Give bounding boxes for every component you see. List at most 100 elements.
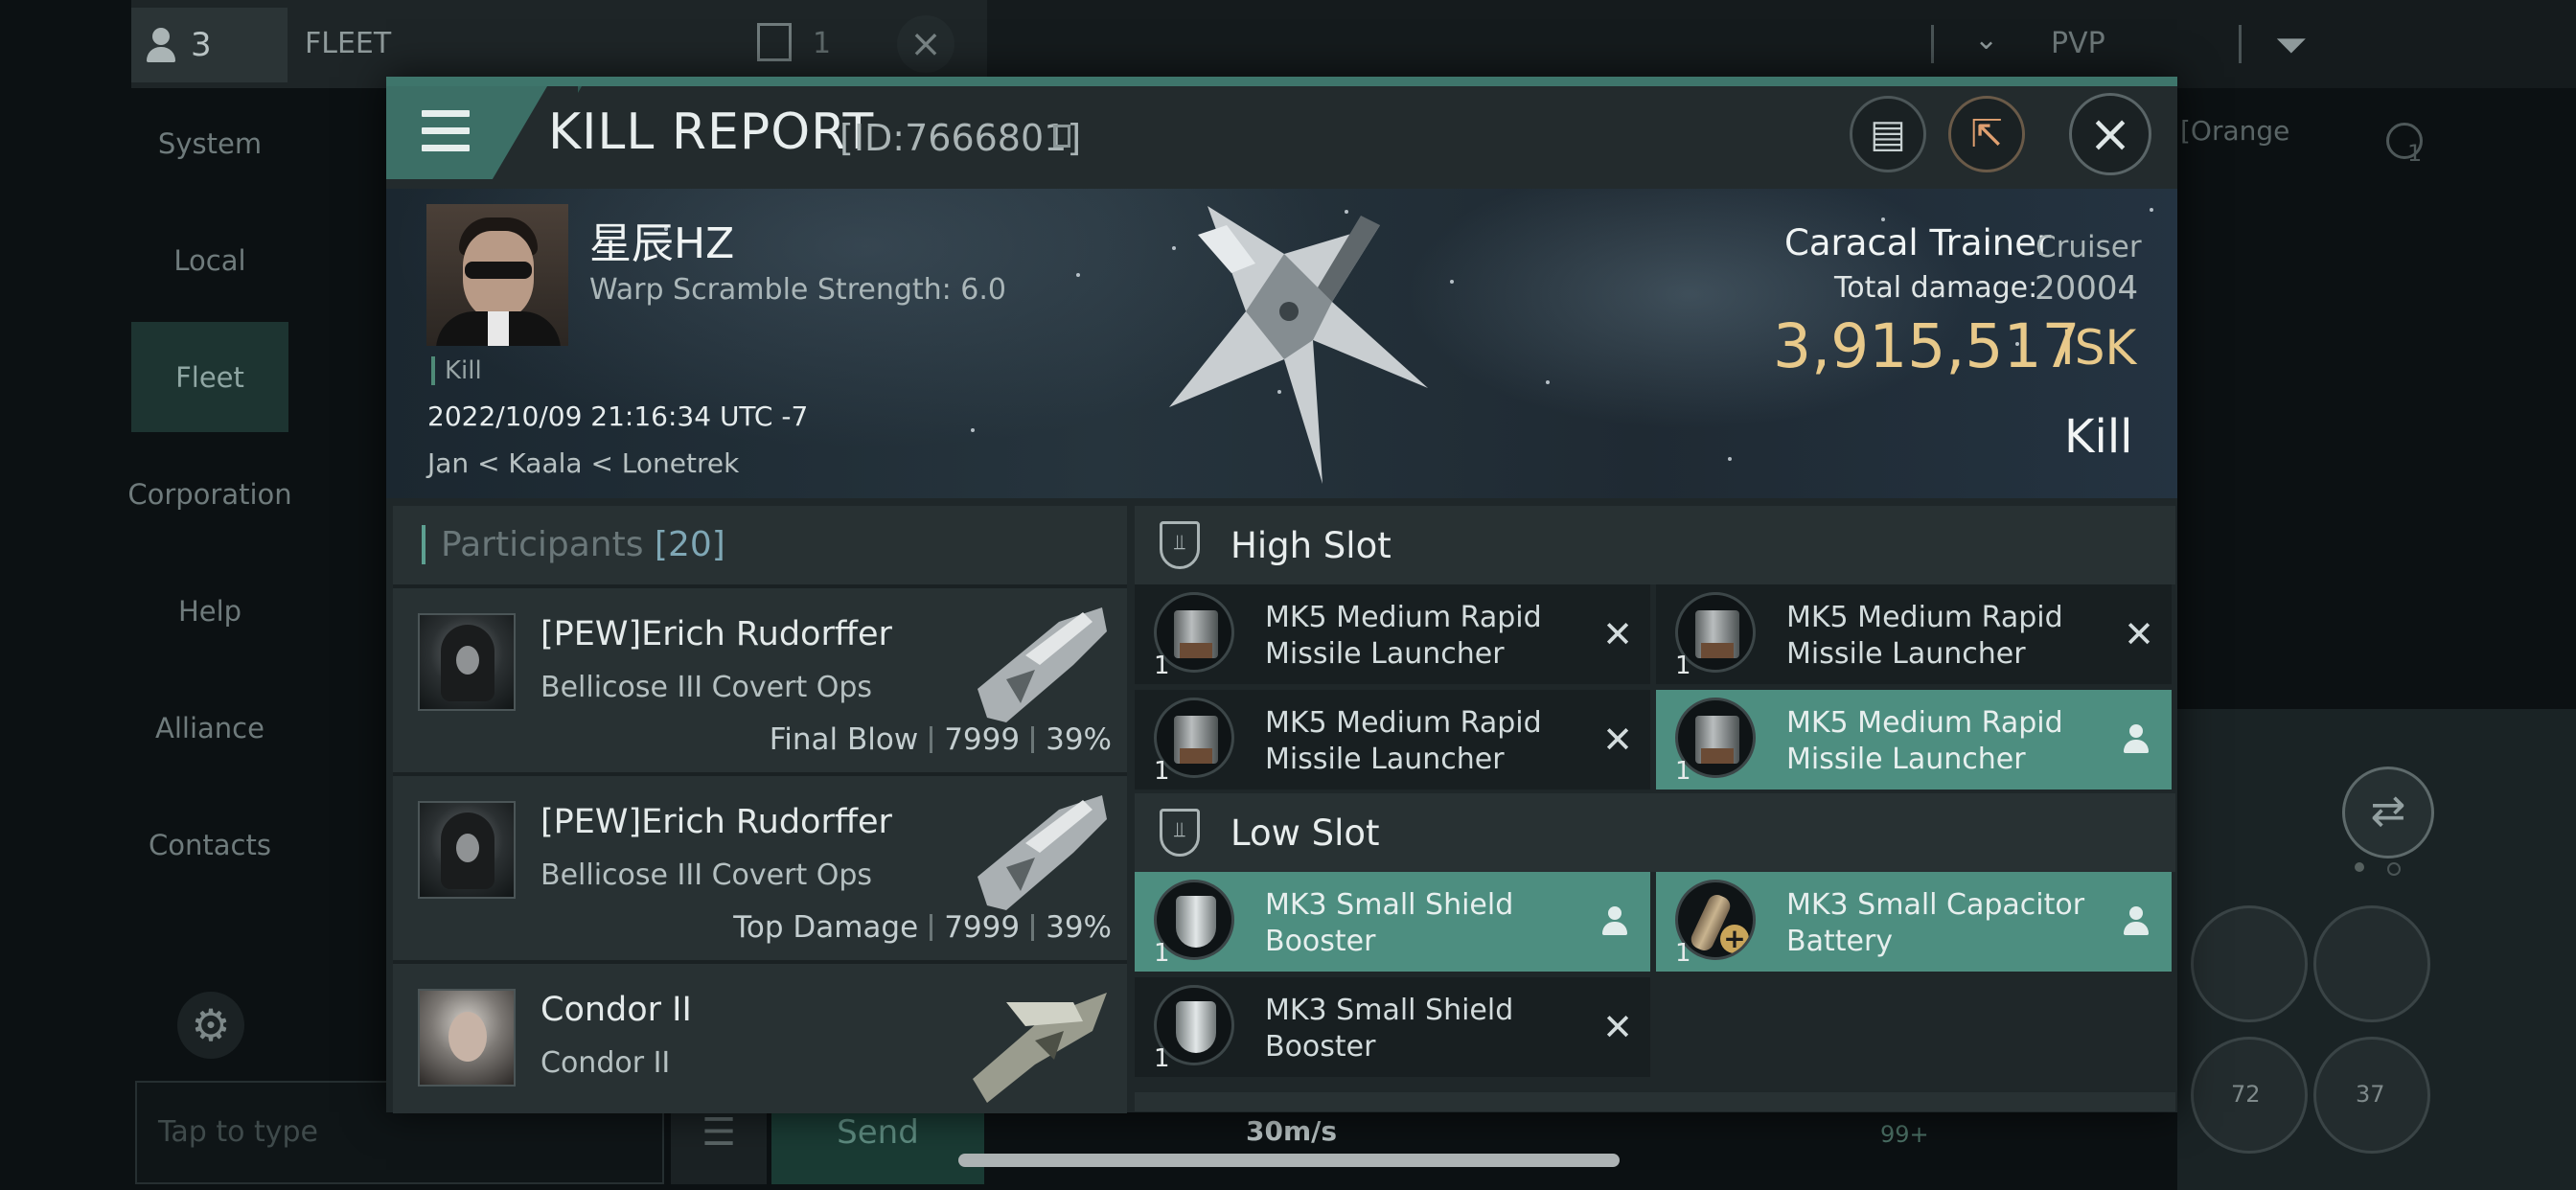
victim-ship-image[interactable] [1140, 196, 1457, 489]
victim-ship-name[interactable]: Caracal Trainer [1784, 222, 2051, 263]
window-count: 1 [813, 27, 832, 60]
destroyed-x-icon: ✕ [1602, 719, 1633, 761]
report-id: [ID:7666801] [840, 117, 1082, 159]
participants-title: Participants [20] [422, 525, 725, 564]
dropped-person-icon [2124, 724, 2149, 755]
isk-unit: ISK [2060, 320, 2137, 376]
chevron-down-icon[interactable]: ⌄ [1974, 23, 1998, 57]
hud-module-button[interactable] [2191, 905, 2308, 1022]
module-count: 72 [2231, 1081, 2261, 1108]
participant-row[interactable]: Condor II Condor II [393, 960, 1127, 1113]
copy-icon[interactable] [1053, 125, 1070, 148]
sidebar-item-contacts[interactable]: Contacts [131, 790, 288, 900]
page-title: KILL REPORT [548, 103, 875, 161]
participant-stats: Top Damage 7999 39% [733, 910, 1112, 945]
module-name: MK5 Medium Rapid Missile Launcher [1265, 601, 1542, 671]
status-badge: 99+ [1880, 1121, 1929, 1148]
module-quantity: 1 [1675, 652, 1691, 680]
module-item[interactable]: 1 MK5 Medium Rapid Missile Launcher ✕ [1135, 690, 1650, 790]
participant-ship-image [973, 993, 1107, 1103]
dropped-person-icon [1602, 906, 1627, 937]
high-slot-title: High Slot [1230, 525, 1392, 566]
window-icon[interactable] [757, 23, 792, 61]
participant-role: Final Blow [769, 722, 919, 757]
sidebar-item-corporation[interactable]: Corporation [127, 439, 291, 549]
target-count: 1 [2407, 140, 2423, 167]
channel-filter-select[interactable]: PVP [2051, 27, 2105, 60]
share-icon[interactable]: ⇱ [1948, 96, 2025, 172]
participant-avatar [418, 989, 516, 1087]
low-slot-icon: ⫫ [1160, 809, 1200, 857]
top-bar-right [987, 0, 2576, 88]
sidebar-item-help[interactable]: Help [131, 556, 288, 666]
high-slot-icon: ⫫ [1160, 521, 1200, 569]
home-indicator[interactable] [958, 1154, 1620, 1167]
swap-icon[interactable]: ⇄ [2342, 767, 2434, 858]
gear-icon[interactable]: ⚙ [177, 992, 244, 1059]
kill-type-tag: Kill [431, 356, 482, 385]
victim-name[interactable]: 星辰HZ [589, 209, 734, 270]
participants-count: [20] [654, 525, 725, 564]
participant-role: Top Damage [733, 910, 919, 945]
kill-result: Kill [2064, 410, 2133, 464]
warp-scramble-strength: Warp Scramble Strength: 6.0 [589, 273, 1007, 307]
module-item[interactable]: 1 MK5 Medium Rapid Missile Launcher ✕ [1135, 584, 1650, 684]
module-item[interactable]: 1 MK3 Small Shield Booster ✕ [1135, 977, 1650, 1077]
module-item[interactable]: 1 MK3 Small Shield Booster [1135, 872, 1650, 972]
module-name: MK5 Medium Rapid Missile Launcher [1786, 706, 2063, 776]
chat-sidebar: System Local Fleet Corporation Help Alli… [127, 88, 291, 941]
overview-tag: [Orange [2180, 115, 2290, 147]
modal-accent-line [386, 77, 2177, 86]
document-icon[interactable]: ▤ [1850, 96, 1926, 172]
speed-readout: 30m/s [1246, 1115, 1338, 1147]
victim-avatar[interactable] [426, 204, 568, 346]
member-count-button[interactable]: 3 [131, 8, 288, 82]
module-name: MK5 Medium Rapid Missile Launcher [1786, 601, 2063, 671]
module-quantity: 1 [1154, 757, 1170, 786]
divider [2239, 25, 2242, 63]
module-name: MK3 Small Shield Booster [1265, 994, 1514, 1064]
isk-value: 3,915,517 [1773, 311, 2081, 381]
participant-damage: 7999 [944, 910, 1021, 945]
divider [1931, 25, 1934, 63]
hud-module-button[interactable] [2313, 905, 2430, 1022]
participant-row[interactable]: [PEW]Erich Rudorffer Bellicose III Cover… [393, 584, 1127, 774]
filter-icon[interactable]: ⏷ [2275, 21, 2308, 69]
page-dot-active [2355, 862, 2364, 872]
sidebar-item-fleet[interactable]: Fleet [131, 322, 288, 432]
next-slot-header-partial [1135, 1092, 2175, 1111]
participant-name: [PEW]Erich Rudorffer [540, 615, 892, 653]
hamburger-menu-icon[interactable] [422, 110, 470, 152]
destroyed-x-icon: ✕ [2124, 613, 2154, 655]
participant-avatar [418, 801, 516, 899]
participant-ship-image [978, 607, 1107, 722]
module-quantity: 1 [1154, 939, 1170, 968]
low-slot-header: ⫫ Low Slot [1135, 793, 2175, 872]
participant-damage: 7999 [944, 722, 1021, 757]
chat-close-icon[interactable]: × [897, 15, 954, 73]
module-item[interactable]: + 1 MK3 Small Capacitor Battery [1656, 872, 2172, 972]
participant-stats: Final Blow 7999 39% [770, 722, 1112, 757]
participant-name: [PEW]Erich Rudorffer [540, 803, 892, 841]
module-name: MK3 Small Capacitor Battery [1786, 888, 2085, 958]
total-damage-value: 20004 [2035, 269, 2139, 308]
module-item[interactable]: 1 MK5 Medium Rapid Missile Launcher ✕ [1656, 584, 2172, 684]
participant-avatar [418, 613, 516, 711]
participant-row[interactable]: [PEW]Erich Rudorffer Bellicose III Cover… [393, 772, 1127, 962]
sidebar-item-system[interactable]: System [131, 88, 288, 198]
module-name: MK3 Small Shield Booster [1265, 888, 1514, 958]
sidebar-item-local[interactable]: Local [131, 205, 288, 315]
kill-location[interactable]: Jan < Kaala < Lonetrek [427, 447, 739, 479]
close-icon[interactable]: × [2069, 93, 2151, 175]
person-icon [145, 26, 177, 64]
page-dot [2387, 862, 2401, 876]
participant-ship: Bellicose III Covert Ops [540, 858, 873, 892]
sidebar-item-alliance[interactable]: Alliance [131, 673, 288, 783]
victim-ship-class: Cruiser [2036, 230, 2142, 264]
participant-name: Condor II [540, 991, 692, 1029]
destroyed-x-icon: ✕ [1602, 1006, 1633, 1048]
kill-timestamp: 2022/10/09 21:16:34 UTC -7 [427, 400, 809, 432]
module-quantity: 1 [1675, 757, 1691, 786]
participant-ship: Bellicose III Covert Ops [540, 671, 873, 704]
module-item[interactable]: 1 MK5 Medium Rapid Missile Launcher [1656, 690, 2172, 790]
